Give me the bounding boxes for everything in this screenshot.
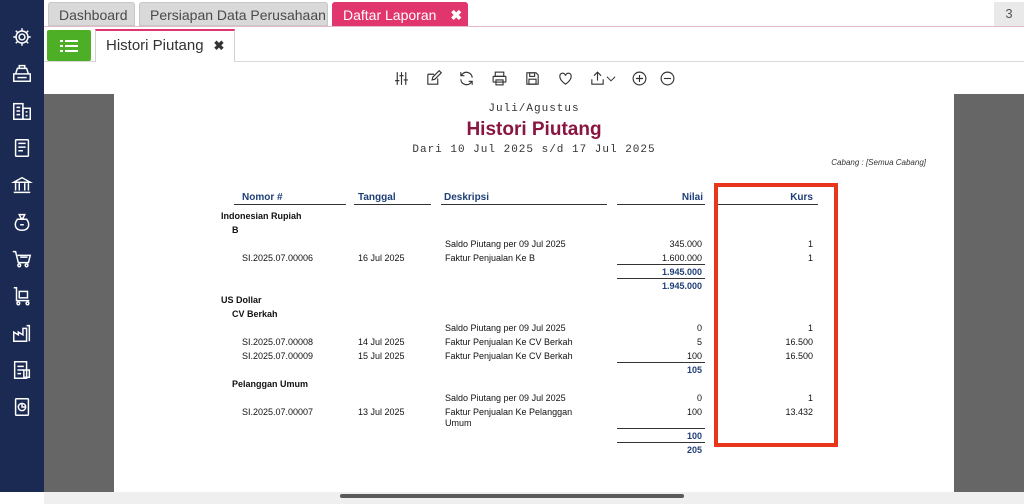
money-bag-icon[interactable] (8, 208, 36, 236)
row-date: 16 Jul 2025 (358, 253, 405, 263)
customer-name: Pelanggan Umum (232, 379, 309, 389)
tax-document-icon[interactable] (8, 356, 36, 384)
row-nilai: 0 (696, 393, 702, 403)
list-icon (60, 39, 78, 52)
tab-dashboard[interactable]: Dashboard (48, 2, 135, 26)
report-viewer[interactable]: Juli/Agustus Histori Piutang Dari 10 Jul… (44, 94, 1024, 492)
row-nilai: 100 (686, 407, 702, 417)
customer-subtotal: 1.945.000 (661, 267, 702, 277)
report-icon[interactable] (8, 393, 36, 421)
app-window: Dashboard Persiapan Data Perusahaan Daft… (0, 0, 1024, 504)
subtotal-rule (617, 264, 705, 265)
subtab-label: Histori Piutang (106, 37, 204, 54)
cart-box-icon[interactable] (8, 282, 36, 310)
report-branch: Cabang : [Semua Cabang] (831, 158, 926, 167)
column-header-deskripsi: Deskripsi (444, 192, 490, 203)
factory-icon[interactable] (8, 319, 36, 347)
customer-name: B (232, 225, 239, 235)
tab-label: Persiapan Data Perusahaan (150, 7, 326, 23)
row-date: 15 Jul 2025 (358, 351, 405, 361)
row-nilai: 5 (696, 337, 702, 347)
row-nilai: 1.600.000 (661, 253, 702, 263)
tab-label: Dashboard (59, 7, 128, 23)
column-header-tanggal: Tanggal (358, 192, 396, 203)
total-rule (617, 442, 705, 443)
report-date-range: Dari 10 Jul 2025 s/d 17 Jul 2025 (412, 144, 656, 156)
row-nilai: 100 (686, 351, 702, 361)
sidebar (0, 0, 44, 492)
sub-tab-bar: Histori Piutang ✖ (44, 27, 1024, 62)
print-icon[interactable] (489, 68, 509, 88)
bank-icon[interactable] (8, 171, 36, 199)
currency-total: 1.945.000 (661, 281, 702, 291)
shopping-cart-icon[interactable] (8, 245, 36, 273)
tab-label: Daftar Laporan (343, 7, 437, 23)
row-date: 13 Jul 2025 (358, 407, 405, 417)
filter-sliders-icon[interactable] (391, 68, 411, 88)
row-description: Saldo Piutang per 09 Jul 2025 (445, 393, 566, 403)
tab-histori-piutang[interactable]: Histori Piutang ✖ (95, 29, 236, 62)
row-invoice-number: SI.2025.07.00007 (242, 407, 314, 417)
refresh-icon[interactable] (456, 68, 476, 88)
column-header-underline (617, 204, 705, 205)
horizontal-scrollbar[interactable] (340, 494, 684, 498)
favorite-heart-icon[interactable] (555, 68, 575, 88)
subtotal-rule (617, 362, 705, 363)
tab-bar: Dashboard Persiapan Data Perusahaan Daft… (44, 0, 1024, 27)
currency-group-label: Indonesian Rupiah (221, 211, 302, 221)
zoom-out-icon[interactable] (657, 68, 677, 88)
row-invoice-number: SI.2025.07.00008 (242, 337, 314, 347)
subtotal-rule (617, 428, 705, 429)
column-header-nilai: Nilai (681, 192, 703, 203)
save-icon[interactable] (522, 68, 542, 88)
row-description: Faktur Penjualan Ke B (445, 253, 536, 263)
row-description-continued: Umum (445, 418, 472, 428)
customer-subtotal: 105 (686, 365, 702, 375)
column-header-underline (234, 204, 346, 205)
ledger-book-icon[interactable] (8, 134, 36, 162)
row-description: Saldo Piutang per 09 Jul 2025 (445, 323, 566, 333)
column-header-underline (354, 204, 431, 205)
edit-icon[interactable] (423, 68, 443, 88)
settings-icon[interactable] (8, 23, 36, 51)
currency-group-label: US Dollar (221, 295, 262, 305)
row-nilai: 345.000 (669, 239, 702, 249)
kurs-column-highlight (714, 183, 838, 447)
report-list-button[interactable] (47, 30, 91, 61)
close-icon[interactable]: ✖ (214, 38, 225, 53)
customer-subtotal: 100 (686, 431, 702, 441)
column-header-nomor: Nomor # (242, 192, 283, 203)
row-description: Faktur Penjualan Ke Pelanggan (445, 407, 573, 417)
row-description: Faktur Penjualan Ke CV Berkah (445, 337, 573, 347)
cash-register-icon[interactable] (8, 59, 36, 87)
close-icon[interactable]: ✖ (450, 3, 462, 27)
buildings-icon[interactable] (8, 97, 36, 125)
report-toolbar (44, 62, 1024, 94)
row-description: Faktur Penjualan Ke CV Berkah (445, 351, 573, 361)
zoom-in-icon[interactable] (629, 68, 649, 88)
column-header-underline (441, 204, 607, 205)
row-date: 14 Jul 2025 (358, 337, 405, 347)
row-invoice-number: SI.2025.07.00006 (242, 253, 314, 263)
row-invoice-number: SI.2025.07.00009 (242, 351, 314, 361)
report-title: Histori Piutang (466, 119, 602, 140)
tab-daftar-laporan[interactable]: Daftar Laporan ✖ (332, 2, 468, 26)
report-period: Juli/Agustus (488, 103, 580, 115)
total-rule (617, 278, 705, 279)
customer-name: CV Berkah (232, 309, 278, 319)
chevron-down-icon[interactable] (604, 68, 618, 88)
row-description: Saldo Piutang per 09 Jul 2025 (445, 239, 566, 249)
tab-persiapan-data-perusahaan[interactable]: Persiapan Data Perusahaan (139, 2, 328, 26)
currency-total: 205 (686, 445, 702, 455)
row-nilai: 0 (696, 323, 702, 333)
tab-counter[interactable]: 3 (994, 2, 1024, 26)
